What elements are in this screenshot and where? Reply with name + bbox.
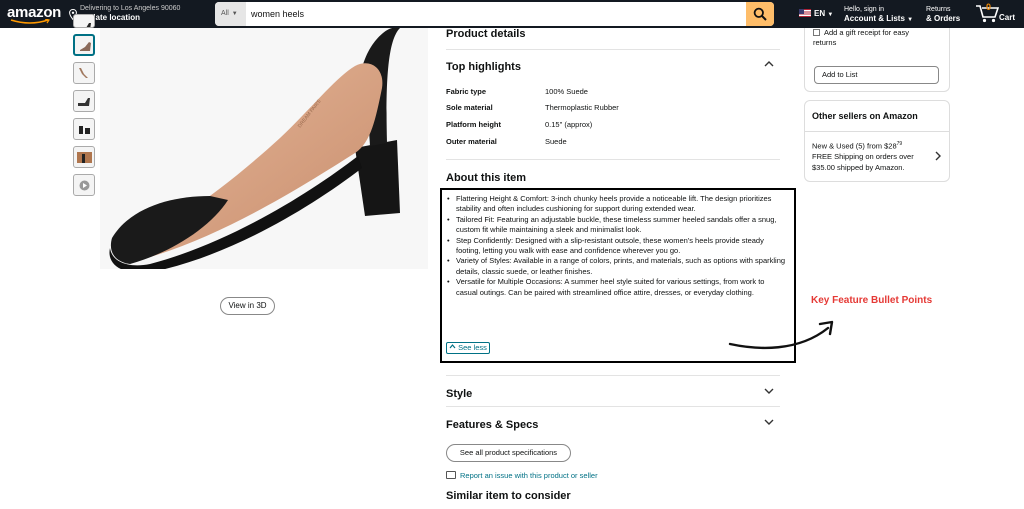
spec-value: Suede bbox=[545, 137, 567, 146]
add-to-list-button[interactable]: Add to List bbox=[814, 66, 939, 84]
chevron-up-icon bbox=[764, 61, 774, 67]
thumbnail[interactable] bbox=[73, 14, 95, 28]
search-bar: All ▼ bbox=[215, 2, 774, 26]
thumbnail[interactable] bbox=[73, 146, 95, 168]
spec-key: Outer material bbox=[446, 137, 497, 146]
see-all-specs-button[interactable]: See all product specifications bbox=[446, 444, 571, 462]
divider bbox=[446, 49, 780, 50]
thumbnail[interactable] bbox=[73, 34, 95, 56]
shoe-thumbnail-icon bbox=[79, 126, 90, 134]
top-highlights-toggle[interactable]: Top highlights bbox=[446, 57, 780, 73]
view-in-3d-button[interactable]: View in 3D bbox=[220, 297, 275, 315]
cart-label: Cart bbox=[999, 13, 1016, 22]
us-flag-icon bbox=[799, 9, 811, 17]
account-menu[interactable]: Hello, sign in Account & Lists ▼ bbox=[844, 5, 913, 25]
other-sellers-body: New & Used (5) from $2879 FREE Shipping … bbox=[812, 139, 932, 173]
language-label: EN bbox=[814, 9, 826, 18]
gift-receipt-label: Add a gift receipt for easy returns bbox=[813, 28, 910, 47]
thumbnail[interactable] bbox=[73, 118, 95, 140]
style-heading: Style bbox=[446, 388, 473, 400]
divider bbox=[805, 131, 949, 132]
spec-value: 100% Suede bbox=[545, 87, 588, 96]
spec-key: Fabric type bbox=[446, 87, 487, 96]
search-department-label: All bbox=[221, 10, 229, 17]
report-issue-label: Report an issue with this product or sel… bbox=[460, 471, 598, 480]
amazon-smile-icon bbox=[10, 19, 50, 24]
account-lists-label: Account & Lists bbox=[844, 14, 905, 23]
feature-bullet-list: Flattering Height & Comfort: 3-inch chun… bbox=[446, 194, 786, 298]
deliver-to-text: Delivering to Los Angeles 90060 bbox=[80, 5, 181, 12]
search-input[interactable] bbox=[251, 2, 731, 26]
heel-sandal-image: DREAM PAIRS bbox=[109, 27, 400, 273]
divider bbox=[446, 375, 780, 376]
spec-key: Platform height bbox=[446, 120, 502, 129]
chevron-down-icon: ▼ bbox=[827, 12, 834, 18]
search-department-select[interactable]: All ▼ bbox=[215, 2, 246, 26]
spec-key: Sole material bbox=[446, 103, 493, 112]
search-icon bbox=[753, 7, 767, 21]
search-button[interactable] bbox=[746, 2, 774, 26]
divider bbox=[446, 159, 780, 160]
thumbnail[interactable] bbox=[73, 90, 95, 112]
returns-orders-link[interactable]: Returns & Orders bbox=[926, 5, 960, 23]
shoe-thumbnail-icon bbox=[78, 98, 90, 106]
model-thumbnail-icon bbox=[77, 152, 92, 163]
cart-button[interactable]: 0 Cart bbox=[975, 2, 1015, 25]
thumbnail[interactable] bbox=[73, 174, 95, 196]
language-selector[interactable]: EN ▼ bbox=[799, 9, 833, 18]
top-navigation-bar: amazon Delivering to Los Angeles 90060 U… bbox=[0, 0, 1024, 28]
image-thumbnail-list bbox=[73, 14, 97, 202]
divider bbox=[446, 406, 780, 407]
other-sellers-title: Other sellers on Amazon bbox=[812, 111, 918, 121]
top-highlights-heading: Top highlights bbox=[446, 61, 521, 73]
features-specs-heading: Features & Specs bbox=[446, 419, 539, 431]
new-used-text: New & Used (5) from bbox=[812, 141, 885, 151]
product-details-heading: Product details bbox=[446, 28, 526, 40]
about-this-item-heading: About this item bbox=[446, 172, 527, 184]
chevron-down-icon: ▼ bbox=[231, 11, 238, 17]
chevron-right-icon bbox=[935, 151, 941, 161]
see-less-label: See less bbox=[458, 343, 487, 352]
leg-thumbnail-icon bbox=[79, 68, 88, 78]
checkbox-icon bbox=[813, 29, 820, 36]
annotation-arrow-icon bbox=[728, 320, 834, 350]
report-issue-link[interactable]: Report an issue with this product or sel… bbox=[446, 471, 598, 480]
thumbnail[interactable] bbox=[73, 62, 95, 84]
chevron-up-icon bbox=[449, 344, 456, 349]
gift-receipt-checkbox[interactable]: Add a gift receipt for easy returns bbox=[813, 28, 933, 48]
features-specs-toggle[interactable]: Features & Specs bbox=[446, 415, 780, 431]
report-icon bbox=[446, 471, 456, 479]
similar-items-heading: Similar item to consider bbox=[446, 490, 571, 502]
account-greeting: Hello, sign in bbox=[844, 6, 885, 13]
seller-price-cents: 79 bbox=[896, 141, 903, 147]
feature-bullet: Versatile for Multiple Occasions: A summ… bbox=[446, 277, 786, 298]
returns-label: Returns bbox=[926, 6, 951, 13]
chevron-down-icon bbox=[764, 388, 774, 394]
feature-bullet: Flattering Height & Comfort: 3-inch chun… bbox=[446, 194, 786, 215]
video-thumbnail-icon bbox=[79, 180, 90, 191]
chevron-down-icon bbox=[764, 419, 774, 425]
orders-label: & Orders bbox=[926, 14, 961, 23]
free-shipping-text: FREE Shipping on orders over $35.00 ship… bbox=[812, 152, 914, 172]
cart-count: 0 bbox=[986, 2, 992, 12]
feature-bullet: Tailored Fit: Featuring an adjustable bu… bbox=[446, 215, 786, 236]
spec-value: 0.15" (approx) bbox=[545, 120, 593, 129]
seller-price-dollars: $28 bbox=[884, 141, 897, 151]
shoe-thumbnail-icon bbox=[80, 42, 91, 51]
feature-bullet: Step Confidently: Designed with a slip-r… bbox=[446, 236, 786, 257]
shoe-thumbnail-icon bbox=[86, 23, 91, 27]
main-product-image[interactable]: DREAM PAIRS bbox=[100, 27, 428, 273]
see-less-link[interactable]: See less bbox=[446, 342, 490, 354]
feature-bullet: Variety of Styles: Available in a range … bbox=[446, 256, 786, 277]
other-sellers-card[interactable]: Other sellers on Amazon New & Used (5) f… bbox=[804, 100, 950, 182]
chevron-down-icon: ▼ bbox=[907, 17, 914, 23]
style-section-toggle[interactable]: Style bbox=[446, 384, 780, 400]
spec-value: Thermoplastic Rubber bbox=[545, 103, 619, 112]
key-feature-annotation-label: Key Feature Bullet Points bbox=[811, 295, 933, 306]
